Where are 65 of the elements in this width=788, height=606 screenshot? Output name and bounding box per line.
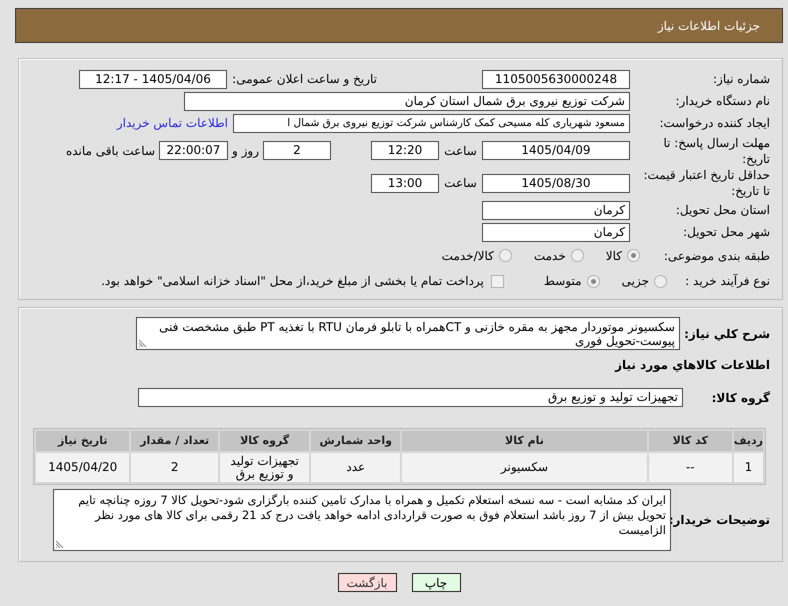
buyer-org-field[interactable]: شرکت توزیع نیروی برق شمال استان کرمان — [184, 92, 630, 110]
table-cell: 1405/04/20 — [36, 453, 130, 482]
table-cell: 2 — [131, 453, 218, 482]
column-header: تاریخ نیاز — [36, 431, 130, 451]
resize-grip-icon[interactable] — [56, 540, 64, 548]
print-button[interactable]: چاپ — [412, 573, 460, 592]
table-cell: سکسیونر — [402, 453, 647, 482]
delivery-city-field[interactable]: کرمان — [482, 222, 630, 242]
purchase-process-label: نوع فرآیند خرید : — [684, 273, 770, 289]
table-cell: -- — [648, 453, 732, 482]
days-label: روز و — [230, 142, 260, 158]
validity-date-field[interactable]: 1405/08/30 — [482, 174, 630, 192]
deadline-date-field[interactable]: 1405/04/09 — [482, 141, 630, 160]
back-button[interactable]: بازگشت — [338, 573, 396, 592]
requester-label: ایجاد کننده درخواست: — [658, 115, 770, 131]
table-cell: عدد — [311, 453, 400, 482]
requester-field[interactable]: مسعود شهریاری کله مسیحی کمک کارشناس شرکت توزیع نیروی برق شمال ا — [233, 114, 630, 132]
goods-group-field[interactable]: تجهیزات تولید و توزیع برق — [138, 388, 683, 407]
buyer-contact-link[interactable]: اطلاعات تماس خریدار — [116, 114, 228, 132]
column-header: کد کالا — [648, 431, 732, 451]
delivery-province-label: استان محل تحویل: — [674, 202, 770, 218]
radio-button[interactable] — [586, 274, 600, 288]
remaining-days-field[interactable]: 2 — [263, 141, 331, 160]
category-label: طبقه بندی موضوعی: — [662, 248, 770, 264]
need-number-label: شماره نیاز: — [712, 71, 770, 87]
description-field[interactable]: سکسیونر موتوردار مجهز به مقره خازنی و CTهمراه با تابلو فرمان RTU با تغذیه PT طبق مشخصت فنی پیوست-تحویل فوری — [136, 317, 680, 350]
radio-label: خدمت — [534, 248, 566, 264]
radio-label: جزیی — [622, 273, 649, 289]
deadline-time-field[interactable]: 12:20 — [371, 141, 439, 160]
radio-button[interactable] — [570, 249, 584, 262]
announcement-label: تاریخ و ساعت اعلان عمومی: — [231, 71, 377, 87]
table-cell: تجهیزات تولید و توزیع برق — [220, 453, 310, 482]
checkbox[interactable] — [490, 274, 504, 288]
response-deadline-label: مهلت ارسال پاسخ: تا تاریخ: — [662, 134, 770, 166]
column-header: واحد شمارش — [311, 431, 400, 451]
time-label: ساعت — [443, 142, 478, 158]
need-number-field[interactable]: 1105005630000248 — [482, 70, 630, 88]
delivery-city-label: شهر محل تحویل: — [682, 224, 770, 240]
delivery-province-field[interactable]: کرمان — [482, 200, 630, 220]
validity-time-field[interactable]: 13:00 — [371, 174, 439, 192]
goods-group-label: گروه کالا: — [710, 390, 770, 406]
page-title: جزئیات اطلاعات نیاز — [658, 18, 760, 34]
radio-label: کالا — [606, 248, 622, 264]
radio-button[interactable] — [498, 249, 512, 262]
buyer-org-label: نام دستگاه خریدار: — [674, 93, 770, 109]
section-title: اطلاعات كالاهاي مورد نياز — [614, 357, 770, 373]
treasury-payment-label: پرداخت تمام یا بخشی از مبلغ خرید،از محل "اسناد خزانه اسلامی" خواهد بود. — [101, 273, 484, 289]
column-header: ردیف — [734, 431, 763, 451]
remaining-time-field[interactable]: 22:00:07 — [159, 141, 228, 160]
buyer-notes-label: توضیحات خریدار: — [671, 512, 770, 528]
remaining-time-label: ساعت باقی مانده — [66, 142, 155, 158]
resize-grip-icon[interactable] — [139, 339, 147, 347]
table-cell: 1 — [734, 453, 763, 482]
price-validity-label: حداقل تاریخ اعتبار قیمت: تا تاریخ: — [642, 167, 770, 199]
column-header: تعداد / مقدار — [131, 431, 218, 451]
radio-button[interactable] — [654, 274, 667, 288]
column-header: نام کالا — [402, 431, 647, 451]
description-label: شرح کلي نیاز: — [683, 326, 770, 342]
radio-label: متوسط — [544, 273, 582, 289]
radio-label: کالا/خدمت — [442, 248, 494, 264]
buyer-notes-field[interactable]: ایران کد مشابه است - سه نسخه استعلام تکمیل و همراه با مدارک تامین کننده بارگزاری شود-تحویل کالا 7 روزه چنانچه تایم تحویل بیش از 7 روز باشد استعلام فوق به صورت قراردادی ادامه خواهد یافت درج کد 21 رقمی برای کالا های مورد نظر الزامیست — [53, 489, 671, 551]
announcement-field[interactable]: 1405/04/06 - 12:17 — [79, 70, 227, 88]
radio-button[interactable] — [627, 249, 640, 262]
time-label: ساعت — [443, 175, 478, 191]
column-header: گروه کالا — [220, 431, 310, 451]
